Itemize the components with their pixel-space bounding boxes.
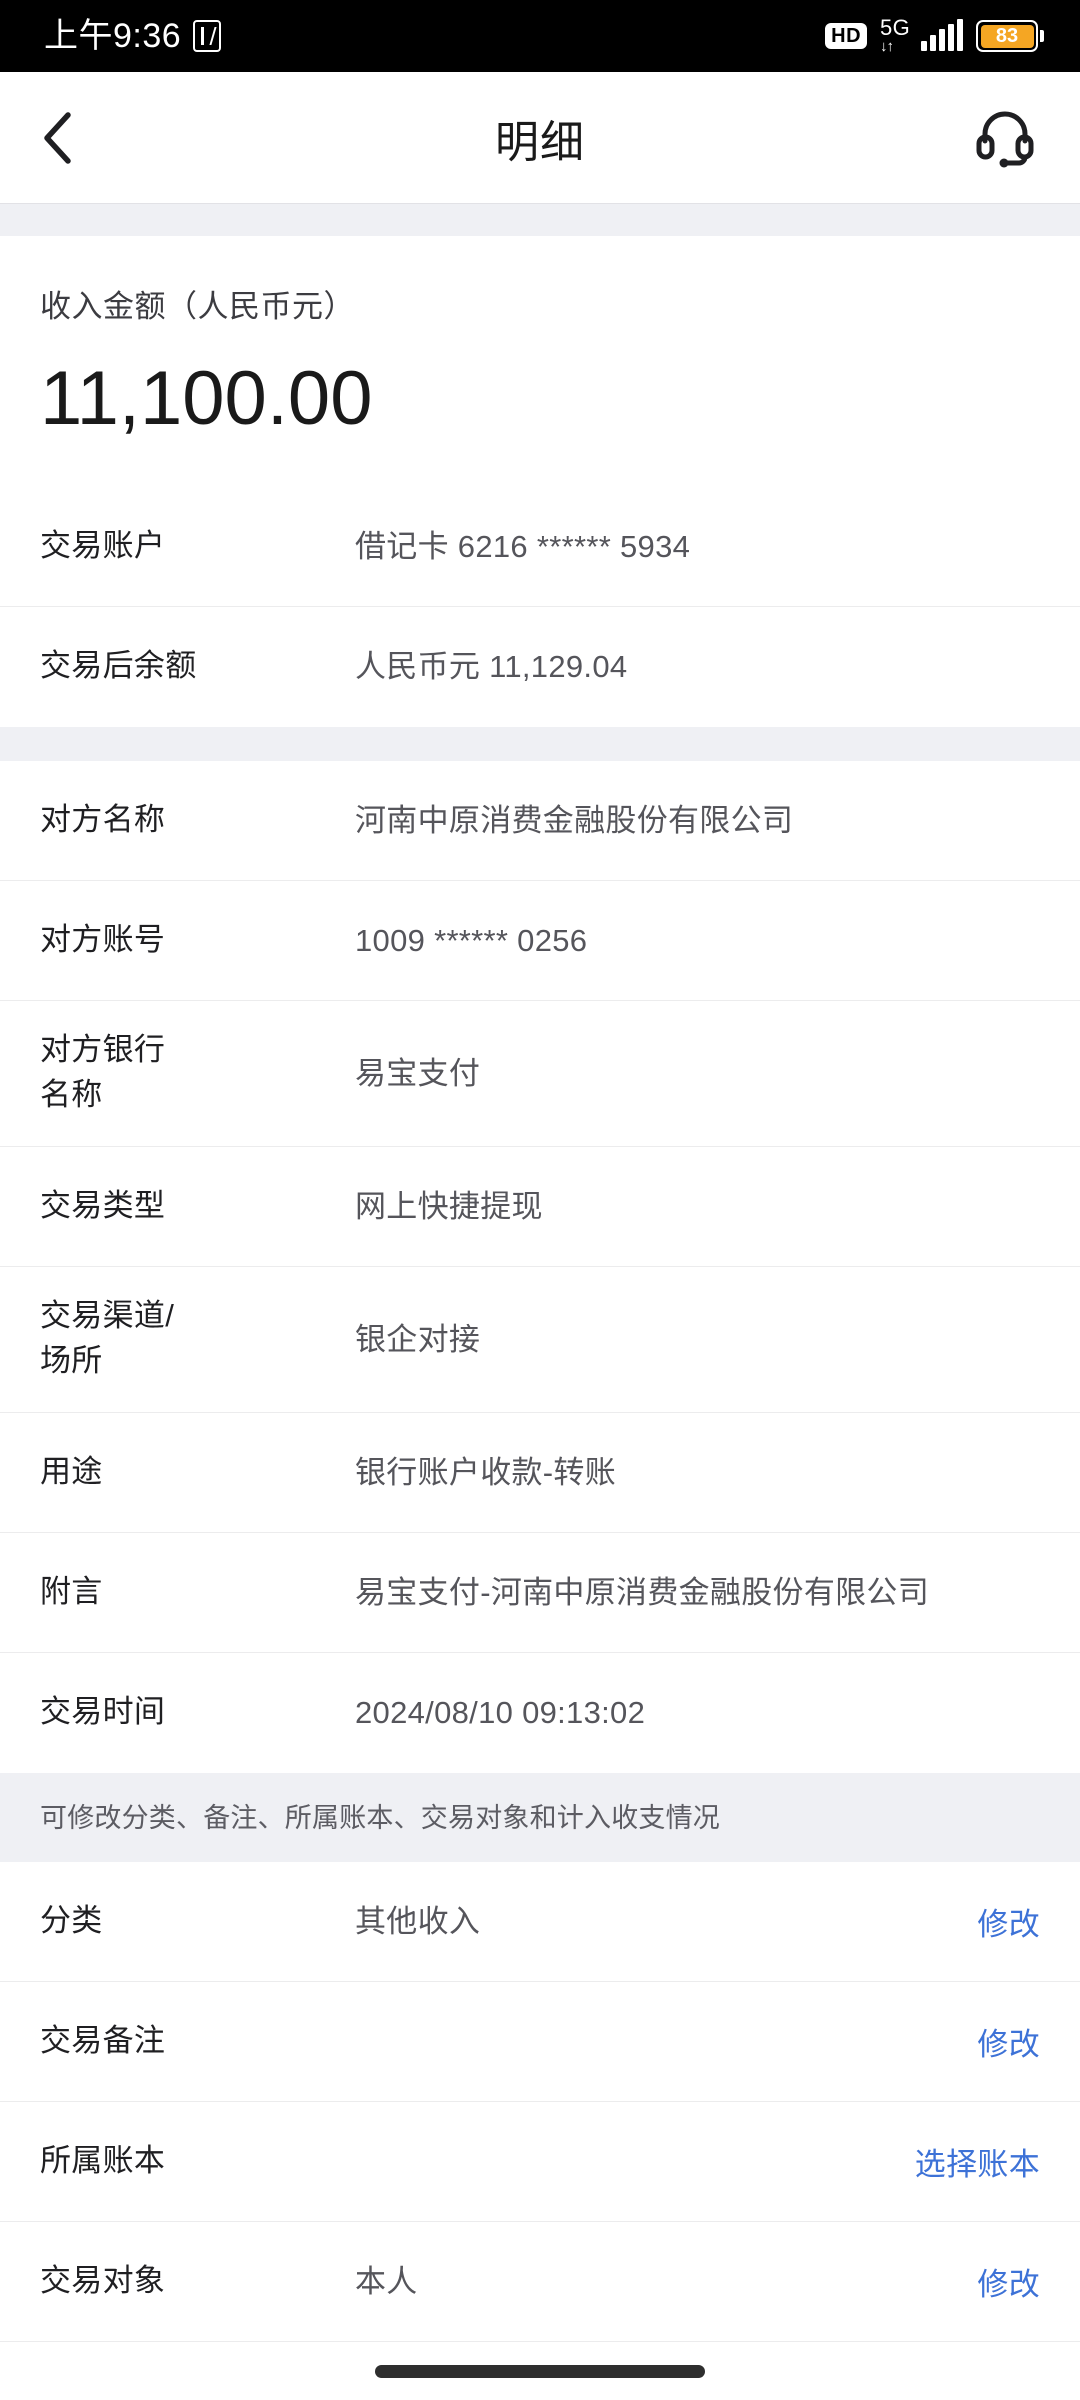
headset-icon — [976, 111, 1034, 167]
network-type-icon: 5G ↓↑ — [880, 13, 910, 59]
row-label: 交易备注 — [40, 2022, 166, 2058]
table-row[interactable]: 所属账本 选择账本 — [0, 2101, 1080, 2222]
row-value: 借记卡 6216 ****** 5934 — [355, 528, 691, 564]
nfc-icon — [193, 20, 222, 52]
account-section: 交易账户 借记卡 6216 ****** 5934 交易后余额 人民币元 11,… — [0, 486, 1080, 727]
section-divider-mid — [0, 726, 1080, 761]
network-arrows: ↓↑ — [880, 38, 894, 55]
row-value: 河南中原消费金融股份有限公司 — [355, 802, 794, 838]
table-row: 用途 银行账户收款-转账 — [0, 1412, 1080, 1533]
detail-content: 收入金额（人民币元） 11,100.00 交易账户 借记卡 6216 *****… — [0, 204, 1080, 2400]
row-value: 人民币元 11,129.04 — [355, 649, 628, 685]
status-bar: 上午9:36 HD 5G ↓↑ 83 — [0, 0, 1080, 72]
status-bar-right: HD 5G ↓↑ 83 — [825, 13, 1044, 59]
select-ledger-link[interactable]: 选择账本 — [915, 2139, 1040, 2184]
row-label: 交易时间 — [40, 1694, 166, 1730]
hd-icon: HD — [825, 23, 868, 49]
editable-notice: 可修改分类、备注、所属账本、交易对象和计入收支情况 — [0, 1772, 1080, 1862]
row-label: 对方名称 — [40, 801, 166, 837]
signal-strength-icon — [921, 19, 963, 51]
table-row[interactable]: 交易对象 本人 修改 — [0, 2221, 1080, 2342]
row-value: 2024/08/10 09:13:02 — [355, 1695, 646, 1731]
customer-service-button[interactable] — [970, 103, 1040, 173]
row-label: 交易类型 — [40, 1187, 166, 1223]
network-label: 5G — [880, 15, 910, 40]
edit-counterparty-link[interactable]: 修改 — [977, 2259, 1040, 2304]
row-value: 本人 — [355, 2263, 418, 2299]
row-value: 网上快捷提现 — [355, 1188, 543, 1224]
row-value: 其他收入 — [355, 1903, 481, 1939]
table-row[interactable]: 交易备注 修改 — [0, 1981, 1080, 2102]
table-row: 附言 易宝支付-河南中原消费金融股份有限公司 — [0, 1532, 1080, 1653]
table-row: 交易时间 2024/08/10 09:13:02 — [0, 1652, 1080, 1773]
back-button[interactable] — [28, 108, 88, 168]
row-label: 对方银行 名称 — [40, 1032, 166, 1113]
row-label: 分类 — [40, 1902, 103, 1938]
amount-value: 11,100.00 — [40, 356, 373, 442]
nav-header: 明细 — [0, 72, 1080, 204]
row-value: 易宝支付-河南中原消费金融股份有限公司 — [355, 1574, 930, 1610]
row-value: 银行账户收款-转账 — [355, 1454, 617, 1490]
row-label: 对方账号 — [40, 921, 166, 957]
row-label: 交易后余额 — [40, 648, 197, 684]
status-bar-left: 上午9:36 — [44, 17, 222, 55]
table-row: 交易渠道/场所 银企对接 — [0, 1266, 1080, 1413]
row-label: 交易账户 — [40, 527, 166, 563]
table-row: 交易账户 借记卡 6216 ****** 5934 — [0, 486, 1080, 607]
row-value: 银企对接 — [355, 1321, 481, 1357]
row-label: 交易对象 — [40, 2262, 166, 2298]
amount-label: 收入金额（人民币元） — [40, 289, 355, 324]
battery-percent-label: 83 — [995, 25, 1019, 47]
amount-block: 收入金额（人民币元） 11,100.00 — [0, 236, 1080, 487]
chevron-left-icon — [44, 111, 71, 164]
row-label: 附言 — [40, 1573, 103, 1609]
table-row: 交易后余额 人民币元 11,129.04 — [0, 606, 1080, 727]
row-label: 所属账本 — [40, 2142, 166, 2178]
page-title: 明细 — [495, 117, 585, 167]
row-value: 1009 ****** 0256 — [355, 922, 588, 958]
status-clock: 上午9:36 — [44, 17, 182, 55]
table-row: 交易类型 网上快捷提现 — [0, 1146, 1080, 1267]
edit-remark-link[interactable]: 修改 — [977, 2019, 1040, 2064]
section-divider-top — [0, 204, 1080, 236]
battery-icon: 83 — [976, 20, 1044, 52]
editable-section: 分类 其他收入 修改 交易备注 修改 所属账本 选择账本 交易对象 本人 修改 — [0, 1861, 1080, 2342]
table-row: 对方名称 河南中原消费金融股份有限公司 — [0, 760, 1080, 881]
row-label: 用途 — [40, 1453, 103, 1489]
edit-category-link[interactable]: 修改 — [977, 1899, 1040, 1944]
row-value: 易宝支付 — [355, 1055, 481, 1091]
transaction-detail-screen: 上午9:36 HD 5G ↓↑ 83 明细 收入金额（人民币元） 11,100.… — [0, 0, 1080, 2400]
table-row[interactable]: 分类 其他收入 修改 — [0, 1861, 1080, 1982]
table-row: 对方银行 名称 易宝支付 — [0, 1000, 1080, 1147]
detail-section: 对方名称 河南中原消费金融股份有限公司 对方账号 1009 ****** 025… — [0, 760, 1080, 1773]
row-label: 交易渠道/场所 — [40, 1298, 175, 1379]
table-row: 对方账号 1009 ****** 0256 — [0, 880, 1080, 1001]
